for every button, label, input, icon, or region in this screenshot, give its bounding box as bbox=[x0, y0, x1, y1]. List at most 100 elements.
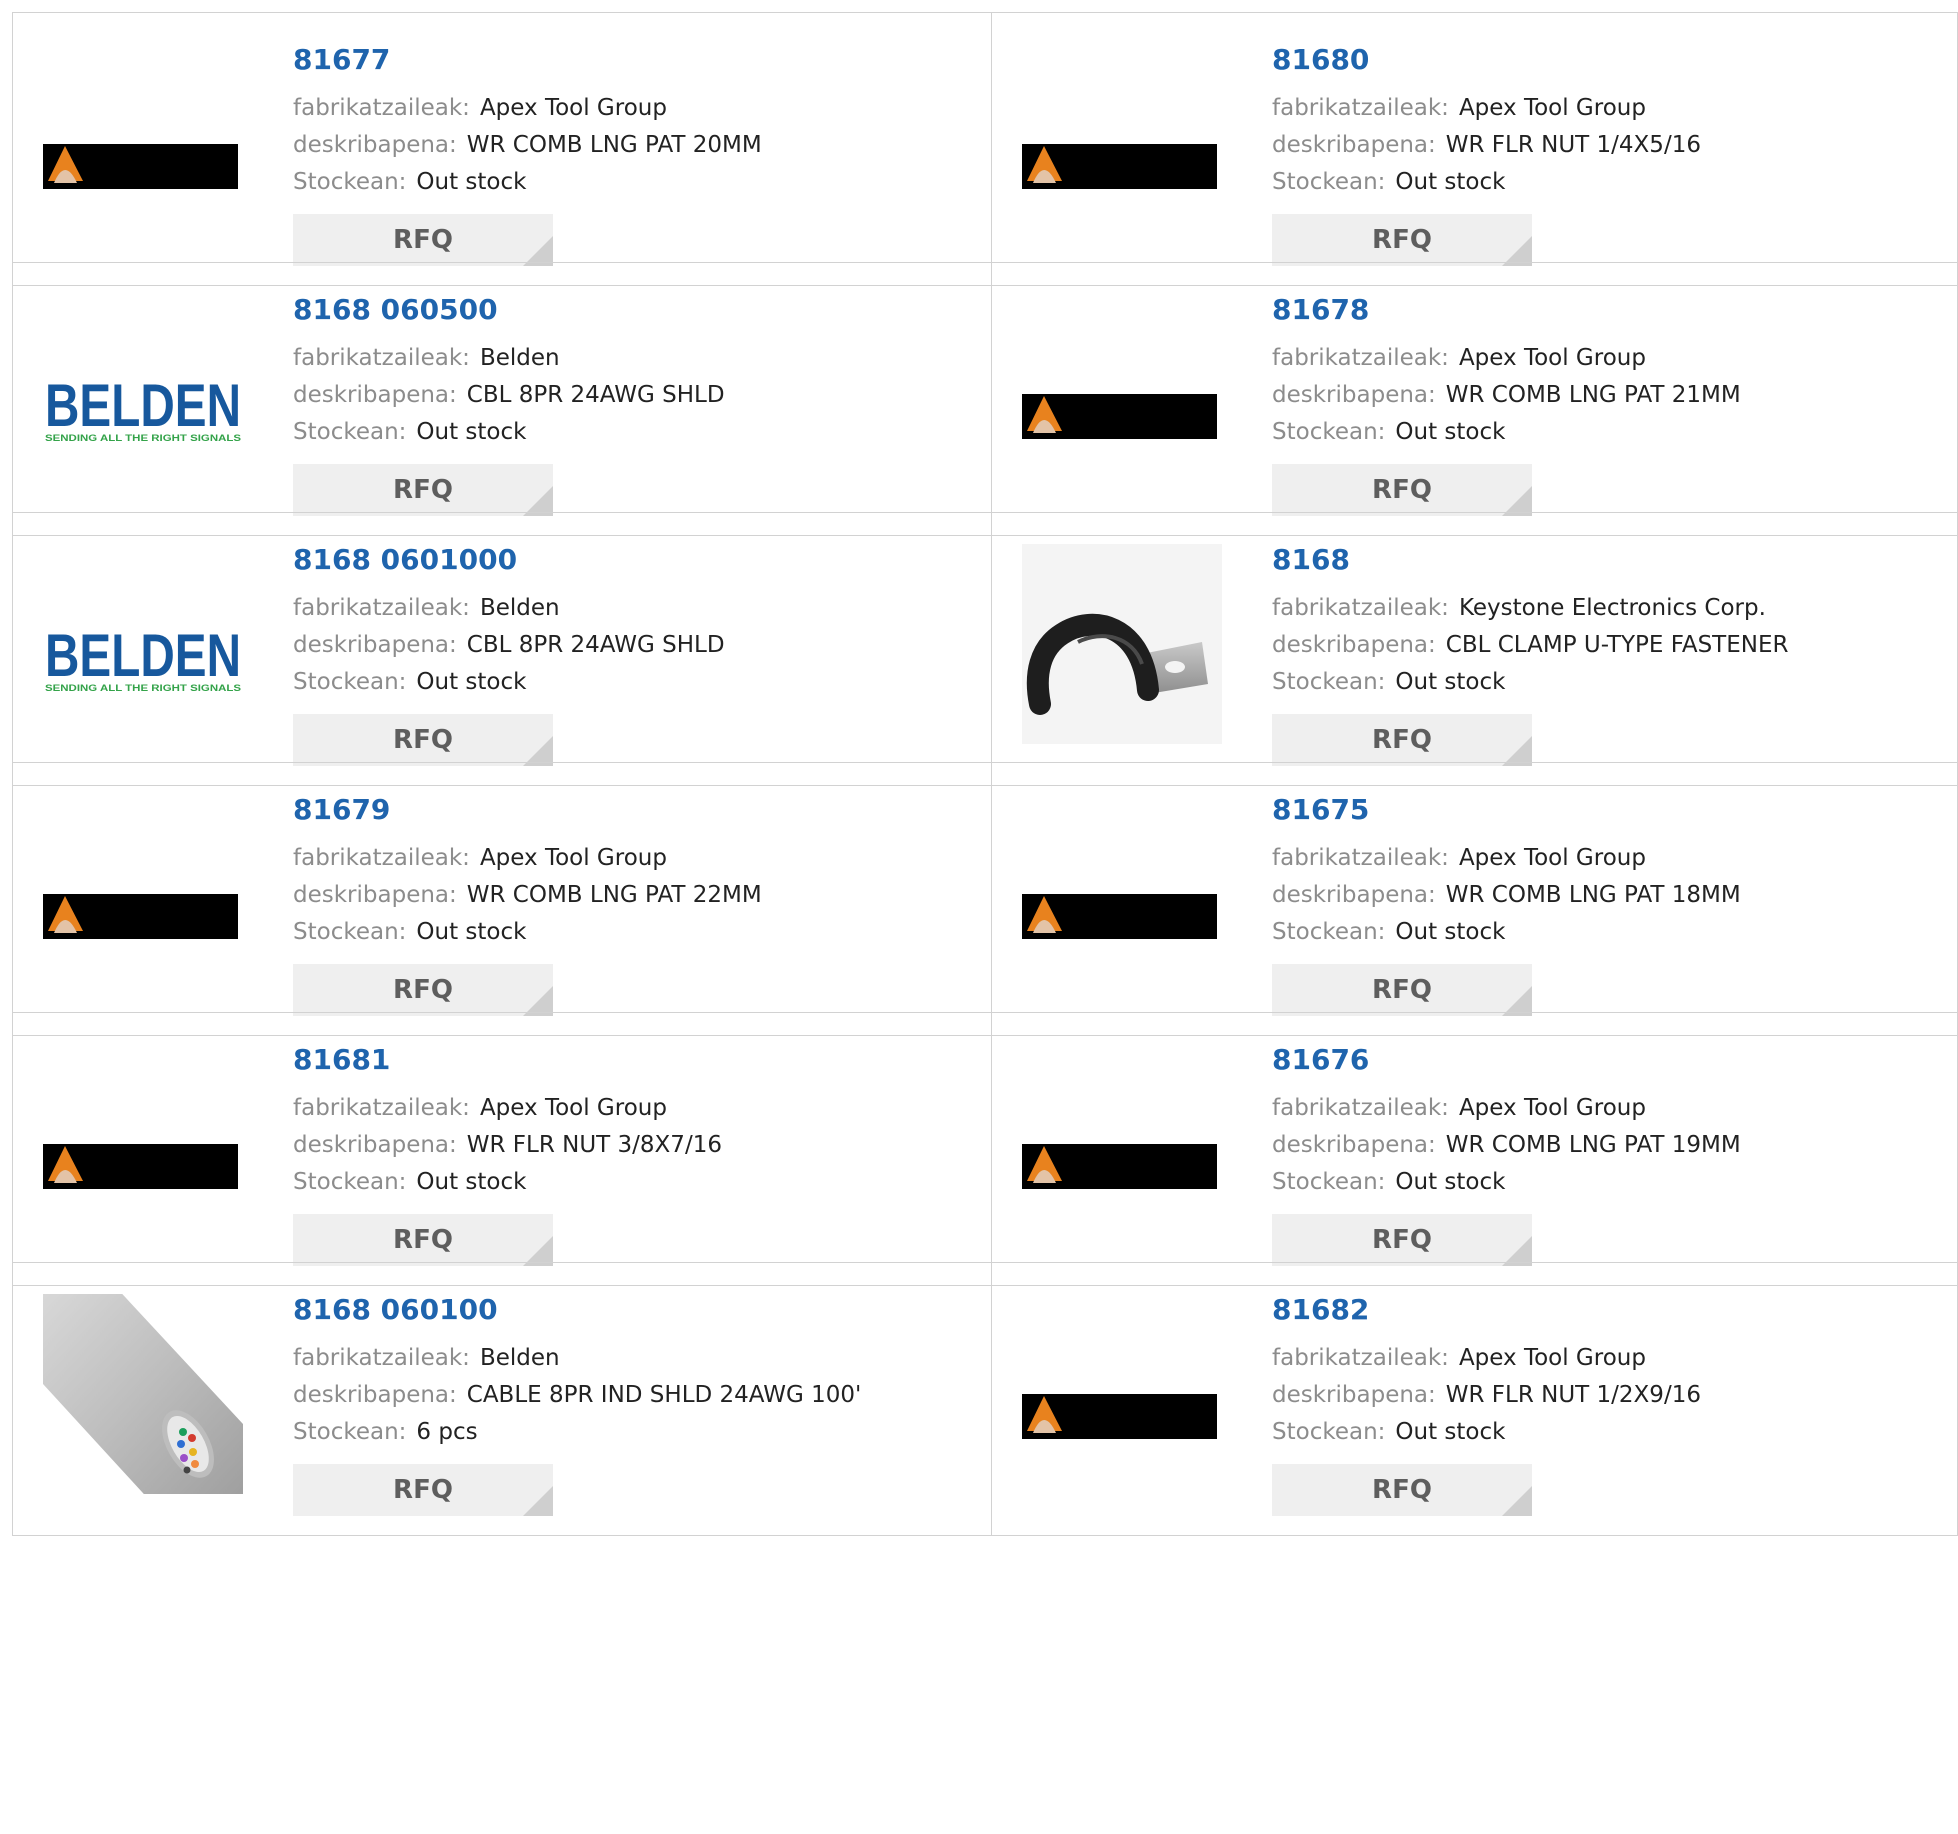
stock-line: Stockean: Out stock bbox=[293, 419, 526, 445]
product-image[interactable] bbox=[1022, 794, 1222, 994]
manufacturer-label: fabrikatzaileak: bbox=[293, 345, 470, 371]
part-number-link[interactable]: 81680 bbox=[1272, 43, 1369, 76]
rfq-button[interactable]: RFQ bbox=[293, 964, 553, 1016]
manufacturer-label: fabrikatzaileak: bbox=[1272, 845, 1449, 871]
description-value: WR COMB LNG PAT 22MM bbox=[466, 882, 762, 908]
product-image[interactable] bbox=[1022, 1044, 1222, 1244]
stock-line: Stockean: Out stock bbox=[293, 669, 526, 695]
manufacturer-value: Keystone Electronics Corp. bbox=[1458, 595, 1766, 621]
rfq-button[interactable]: RFQ bbox=[293, 1464, 553, 1516]
rfq-button[interactable]: RFQ bbox=[1272, 214, 1532, 266]
product-image[interactable] bbox=[43, 794, 243, 994]
stock-value: Out stock bbox=[1395, 169, 1506, 195]
manufacturer-label: fabrikatzaileak: bbox=[293, 1095, 470, 1121]
product-image[interactable] bbox=[43, 1284, 243, 1504]
rfq-button-label: RFQ bbox=[1372, 475, 1432, 505]
stock-label: Stockean: bbox=[293, 419, 407, 445]
product-card: 8168 fabrikatzaileak: Keystone Electronics… bbox=[991, 513, 1958, 785]
stock-label: Stockean: bbox=[293, 1419, 407, 1445]
product-image[interactable]: BELDEN SENDING ALL THE RIGHT SIGNALS bbox=[43, 294, 243, 494]
stock-line: Stockean: Out stock bbox=[293, 919, 526, 945]
product-image[interactable]: BELDEN SENDING ALL THE RIGHT SIGNALS bbox=[43, 544, 243, 744]
part-number-link[interactable]: 81675 bbox=[1272, 793, 1369, 826]
part-number-link[interactable]: 81678 bbox=[1272, 293, 1369, 326]
product-image[interactable] bbox=[1022, 294, 1222, 494]
stock-label: Stockean: bbox=[293, 919, 407, 945]
rfq-button-label: RFQ bbox=[1372, 1225, 1432, 1255]
description-value: WR FLR NUT 1/2X9/16 bbox=[1445, 1382, 1701, 1408]
description-line: deskribapena: WR COMB LNG PAT 19MM bbox=[1272, 1132, 1741, 1158]
corner-triangle-decoration bbox=[523, 1486, 553, 1516]
description-line: deskribapena: WR FLR NUT 1/2X9/16 bbox=[1272, 1382, 1701, 1408]
product-row: 8168 060100 fabrikatzaileak: Belden deskrib… bbox=[12, 1262, 1958, 1536]
part-number-link[interactable]: 81677 bbox=[293, 43, 390, 76]
stock-label: Stockean: bbox=[1272, 1419, 1386, 1445]
stock-value: Out stock bbox=[416, 919, 527, 945]
part-number-link[interactable]: 81676 bbox=[1272, 1043, 1369, 1076]
rfq-button-label: RFQ bbox=[393, 975, 453, 1005]
product-image[interactable] bbox=[1022, 544, 1222, 744]
part-number-link[interactable]: 81682 bbox=[1272, 1293, 1369, 1326]
product-image[interactable] bbox=[1022, 44, 1222, 244]
part-number-link[interactable]: 81681 bbox=[293, 1043, 390, 1076]
manufacturer-label: fabrikatzaileak: bbox=[1272, 345, 1449, 371]
manufacturer-value: Apex Tool Group bbox=[1458, 845, 1646, 871]
rfq-button[interactable]: RFQ bbox=[1272, 464, 1532, 516]
manufacturer-line: fabrikatzaileak: Belden bbox=[293, 345, 560, 371]
product-row: BELDEN SENDING ALL THE RIGHT SIGNALS 8168 … bbox=[12, 262, 1958, 536]
stock-line: Stockean: Out stock bbox=[1272, 1169, 1505, 1195]
product-card: 81679 fabrikatzaileak: Apex Tool Group desk… bbox=[13, 763, 991, 1035]
rfq-button[interactable]: RFQ bbox=[293, 214, 553, 266]
part-number-link[interactable]: 8168 0601000 bbox=[293, 543, 517, 576]
product-card: 81680 fabrikatzaileak: Apex Tool Group desk… bbox=[991, 13, 1958, 285]
product-row: 81677 fabrikatzaileak: Apex Tool Group desk… bbox=[12, 12, 1958, 286]
manufacturer-line: fabrikatzaileak: Apex Tool Group bbox=[1272, 345, 1646, 371]
description-value: CABLE 8PR IND SHLD 24AWG 100' bbox=[466, 1382, 862, 1408]
stock-line: Stockean: Out stock bbox=[1272, 169, 1505, 195]
part-number-link[interactable]: 8168 bbox=[1272, 543, 1350, 576]
description-line: deskribapena: WR COMB LNG PAT 18MM bbox=[1272, 882, 1741, 908]
manufacturer-line: fabrikatzaileak: Keystone Electronics Cor… bbox=[1272, 595, 1766, 621]
description-value: WR COMB LNG PAT 18MM bbox=[1445, 882, 1741, 908]
rfq-button-label: RFQ bbox=[393, 725, 453, 755]
description-label: deskribapena: bbox=[1272, 1132, 1436, 1158]
manufacturer-line: fabrikatzaileak: Apex Tool Group bbox=[1272, 1095, 1646, 1121]
rfq-button[interactable]: RFQ bbox=[293, 464, 553, 516]
part-number-link[interactable]: 8168 060500 bbox=[293, 293, 498, 326]
description-label: deskribapena: bbox=[1272, 382, 1436, 408]
rfq-button[interactable]: RFQ bbox=[293, 714, 553, 766]
description-line: deskribapena: CBL CLAMP U-TYPE FASTENER bbox=[1272, 632, 1788, 658]
stock-value: Out stock bbox=[1395, 1169, 1506, 1195]
product-image[interactable] bbox=[43, 44, 243, 244]
product-card: 81676 fabrikatzaileak: Apex Tool Group desk… bbox=[991, 1013, 1958, 1285]
rfq-button[interactable]: RFQ bbox=[293, 1214, 553, 1266]
rfq-button-label: RFQ bbox=[1372, 975, 1432, 1005]
rfq-button-label: RFQ bbox=[1372, 225, 1432, 255]
rfq-button[interactable]: RFQ bbox=[1272, 964, 1532, 1016]
manufacturer-label: fabrikatzaileak: bbox=[1272, 595, 1449, 621]
part-number-link[interactable]: 8168 060100 bbox=[293, 1293, 498, 1326]
description-label: deskribapena: bbox=[1272, 132, 1436, 158]
product-image[interactable] bbox=[1022, 1294, 1222, 1494]
manufacturer-label: fabrikatzaileak: bbox=[293, 595, 470, 621]
stock-line: Stockean: Out stock bbox=[1272, 419, 1505, 445]
corner-triangle-decoration bbox=[1502, 1486, 1532, 1516]
manufacturer-line: fabrikatzaileak: Apex Tool Group bbox=[293, 1095, 667, 1121]
description-line: deskribapena: WR FLR NUT 1/4X5/16 bbox=[1272, 132, 1701, 158]
description-line: deskribapena: WR FLR NUT 3/8X7/16 bbox=[293, 1132, 722, 1158]
manufacturer-label: fabrikatzaileak: bbox=[1272, 1095, 1449, 1121]
rfq-button[interactable]: RFQ bbox=[1272, 714, 1532, 766]
stock-value: Out stock bbox=[416, 419, 527, 445]
product-grid: 81677 fabrikatzaileak: Apex Tool Group desk… bbox=[0, 0, 1958, 1834]
description-value: WR FLR NUT 1/4X5/16 bbox=[1445, 132, 1701, 158]
description-line: deskribapena: CBL 8PR 24AWG SHLD bbox=[293, 382, 725, 408]
rfq-button-label: RFQ bbox=[1372, 725, 1432, 755]
rfq-button[interactable]: RFQ bbox=[1272, 1464, 1532, 1516]
stock-line: Stockean: Out stock bbox=[293, 1169, 526, 1195]
part-number-link[interactable]: 81679 bbox=[293, 793, 390, 826]
stock-label: Stockean: bbox=[1272, 669, 1386, 695]
rfq-button[interactable]: RFQ bbox=[1272, 1214, 1532, 1266]
stock-label: Stockean: bbox=[293, 169, 407, 195]
product-image[interactable] bbox=[43, 1044, 243, 1244]
manufacturer-value: Belden bbox=[479, 595, 560, 621]
